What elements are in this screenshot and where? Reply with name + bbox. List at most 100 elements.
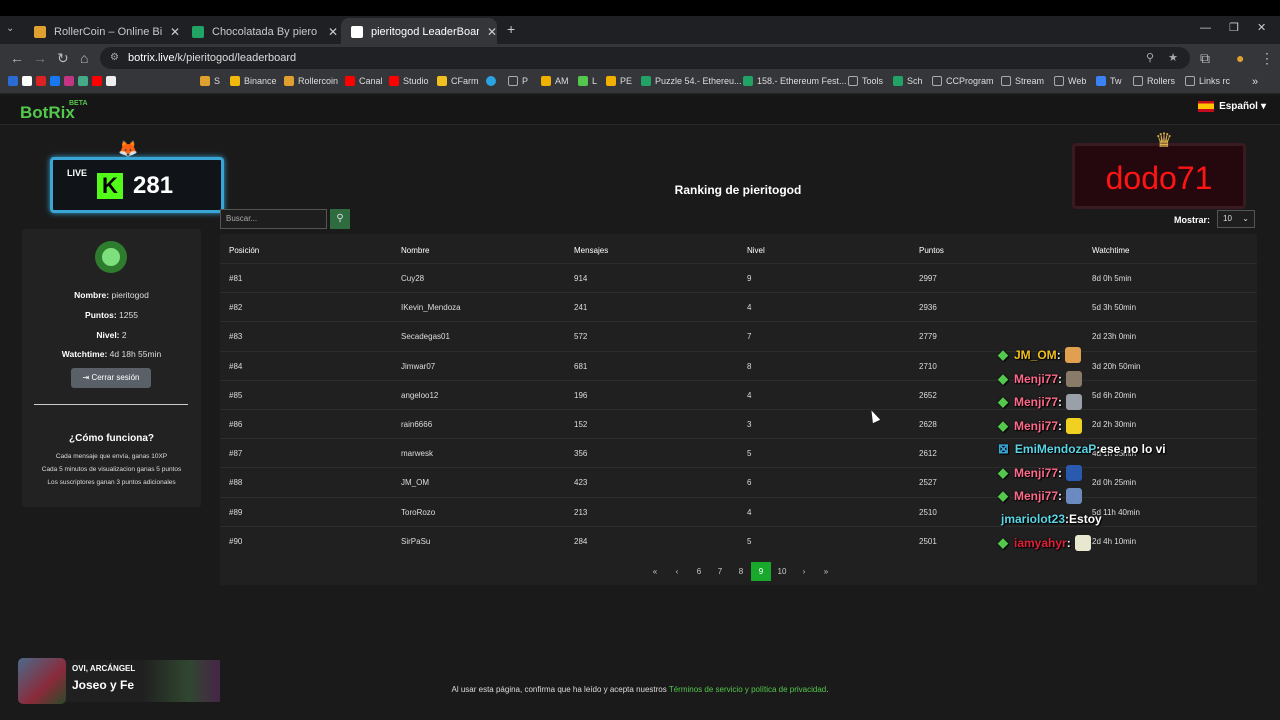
row-divider <box>220 263 1257 264</box>
column-header: Nombre <box>401 246 430 255</box>
user-watchtime-line: Watchtime: 4d 18h 55min <box>61 349 162 359</box>
url-input[interactable]: ⚙ botrix.live/k/pieritogod/leaderboard ⚲… <box>100 47 1190 69</box>
bookmark-am[interactable]: AM <box>541 76 569 86</box>
table-cell: Cuy28 <box>401 274 425 283</box>
chat-emote-icon <box>1064 347 1081 363</box>
terms-link[interactable]: Términos de servicio y política de priva… <box>669 685 826 694</box>
table-cell: Jimwar07 <box>401 361 436 371</box>
table-cell: 284 <box>574 536 588 546</box>
search-input[interactable]: Buscar... <box>220 209 327 229</box>
forward-icon[interactable]: → <box>33 50 47 66</box>
bookmark-rollercoin[interactable]: Rollercoin <box>284 76 338 86</box>
page-size-select[interactable]: 10 ⌄ <box>1217 210 1255 228</box>
bookmark-l[interactable]: L <box>578 76 597 86</box>
bookmark-icons-group[interactable] <box>8 76 120 86</box>
close-tab-icon[interactable]: ✕ <box>487 25 497 39</box>
bookmark-tools[interactable]: Tools <box>848 76 883 86</box>
chat-badge-icon: ◆ <box>998 488 1008 503</box>
table-cell: marwesk <box>401 449 434 459</box>
close-tab-icon[interactable]: ✕ <box>170 25 180 39</box>
bookmark-tw[interactable]: Tw <box>1096 76 1122 86</box>
bookmark-puzzle[interactable]: Puzzle 54.- Ethereu... <box>641 76 742 86</box>
page-button[interactable]: 7 <box>710 562 730 581</box>
more-bookmarks-icon[interactable]: » <box>1252 76 1258 88</box>
bookmark-binance[interactable]: Binance <box>230 76 277 86</box>
bookmark-rollers[interactable]: Rollers <box>1133 76 1175 86</box>
bookmark-ccprogram[interactable]: CCProgram <box>932 76 994 86</box>
tab-leaderboard[interactable]: pieritogod LeaderBoard | The best ✕ <box>341 18 497 46</box>
chat-badge-icon: ◆ <box>998 347 1008 362</box>
chat-separator: : <box>1058 371 1063 386</box>
table-cell: rain6666 <box>401 420 433 429</box>
table-cell: 9 <box>747 274 752 283</box>
search-button[interactable]: ⚲ <box>330 209 350 229</box>
site-info-icon[interactable]: ⚙ <box>110 47 119 69</box>
page-button[interactable]: 8 <box>731 562 751 581</box>
bookmark-canal[interactable]: Canal <box>345 76 383 86</box>
page: BotRix BETA Español ▾ 🦊 LIVE K 281 ♛ dod… <box>0 95 1280 720</box>
table-cell: 2710 <box>919 361 937 371</box>
page-button[interactable]: » <box>816 562 836 581</box>
table-cell: angeloo12 <box>401 390 439 400</box>
page-button[interactable]: ‹ <box>667 562 687 581</box>
bookmark-s[interactable]: S <box>200 76 220 86</box>
page-title: Ranking de pieritogod <box>674 183 802 197</box>
chat-emote-icon <box>1066 370 1083 387</box>
logout-button[interactable]: ⇥ Cerrar sesión <box>71 368 151 388</box>
leaderboard-table: Posición Nombre Mensajes Nivel Puntos Wa… <box>220 234 1257 585</box>
profile-icon[interactable]: ● <box>1236 50 1244 66</box>
divider <box>34 404 188 405</box>
close-window-icon[interactable]: ✕ <box>1257 21 1266 34</box>
table-cell: 356 <box>574 449 588 459</box>
page-button[interactable]: « <box>645 562 665 581</box>
table-cell: SirPaSu <box>401 536 431 546</box>
chat-separator: : <box>1058 418 1063 433</box>
search-icon: ⚲ <box>336 213 344 224</box>
minimize-icon[interactable]: — <box>1200 22 1211 34</box>
telegram-bookmark-icon[interactable] <box>486 76 500 86</box>
extensions-icon[interactable]: ⧉ <box>1200 50 1210 67</box>
reload-icon[interactable]: ↻ <box>57 50 69 67</box>
bookmark-star-icon[interactable]: ★ <box>1168 47 1178 69</box>
logout-icon: ⇥ <box>82 373 90 382</box>
table-cell: #88 <box>229 478 243 488</box>
bookmark-ethereum-fest[interactable]: 158.- Ethereum Fest... <box>743 76 847 86</box>
chat-message: ◆ JM_OM : <box>998 347 1081 363</box>
bookmark-web[interactable]: Web <box>1054 76 1086 86</box>
menu-icon[interactable]: ⋮ <box>1260 50 1274 67</box>
bookmark-folder-p[interactable]: P <box>508 76 528 86</box>
new-tab-icon[interactable]: + <box>507 21 515 37</box>
chat-emote-icon <box>1066 417 1083 434</box>
bookmark-studio[interactable]: Studio <box>389 76 429 86</box>
page-button[interactable]: 9 <box>751 562 771 581</box>
botrix-logo[interactable]: BotRix <box>20 103 75 123</box>
page-button[interactable]: 10 <box>772 562 792 581</box>
home-icon[interactable]: ⌂ <box>80 50 88 66</box>
table-cell: IKevin_Mendoza <box>401 303 461 313</box>
zoom-icon[interactable]: ⚲ <box>1146 47 1154 69</box>
chat-text: ese no lo vi <box>1100 442 1166 456</box>
back-icon[interactable]: ← <box>10 50 24 66</box>
chat-emote-icon <box>1066 394 1083 410</box>
page-button[interactable]: › <box>794 562 814 581</box>
page-button[interactable]: 6 <box>689 562 709 581</box>
now-playing-card: OVI, ARCÁNGEL Joseo y Fe <box>18 658 220 704</box>
song-artist: OVI, ARCÁNGEL <box>72 664 136 673</box>
bookmark-cfarm[interactable]: CFarm <box>437 76 479 86</box>
bookmark-sch[interactable]: Sch <box>893 76 923 86</box>
bookmark-links-rc[interactable]: Links rc <box>1185 76 1230 86</box>
tab-chocolatada[interactable]: Chocolatada By piero edit ronnie ✕ <box>182 20 338 44</box>
restore-icon[interactable]: ❐ <box>1229 21 1239 34</box>
chat-message: ◆ Menji77 : <box>998 488 1083 504</box>
browser-tab-bar: ⌄ RollerCoin – Online Bitcoin Mining ✕ C… <box>0 0 1280 46</box>
bookmark-pe[interactable]: PE <box>606 76 632 86</box>
row-divider <box>220 438 1257 440</box>
avatar <box>95 241 127 273</box>
table-cell: 5 <box>747 449 752 459</box>
close-tab-icon[interactable]: ✕ <box>328 25 338 39</box>
language-selector[interactable]: Español ▾ <box>1198 101 1266 112</box>
tab-search-icon[interactable]: ⌄ <box>6 23 14 34</box>
table-cell: 2527 <box>919 478 937 488</box>
tab-rollercoin[interactable]: RollerCoin – Online Bitcoin Mining ✕ <box>24 20 180 44</box>
bookmark-stream[interactable]: Stream <box>1001 76 1044 86</box>
